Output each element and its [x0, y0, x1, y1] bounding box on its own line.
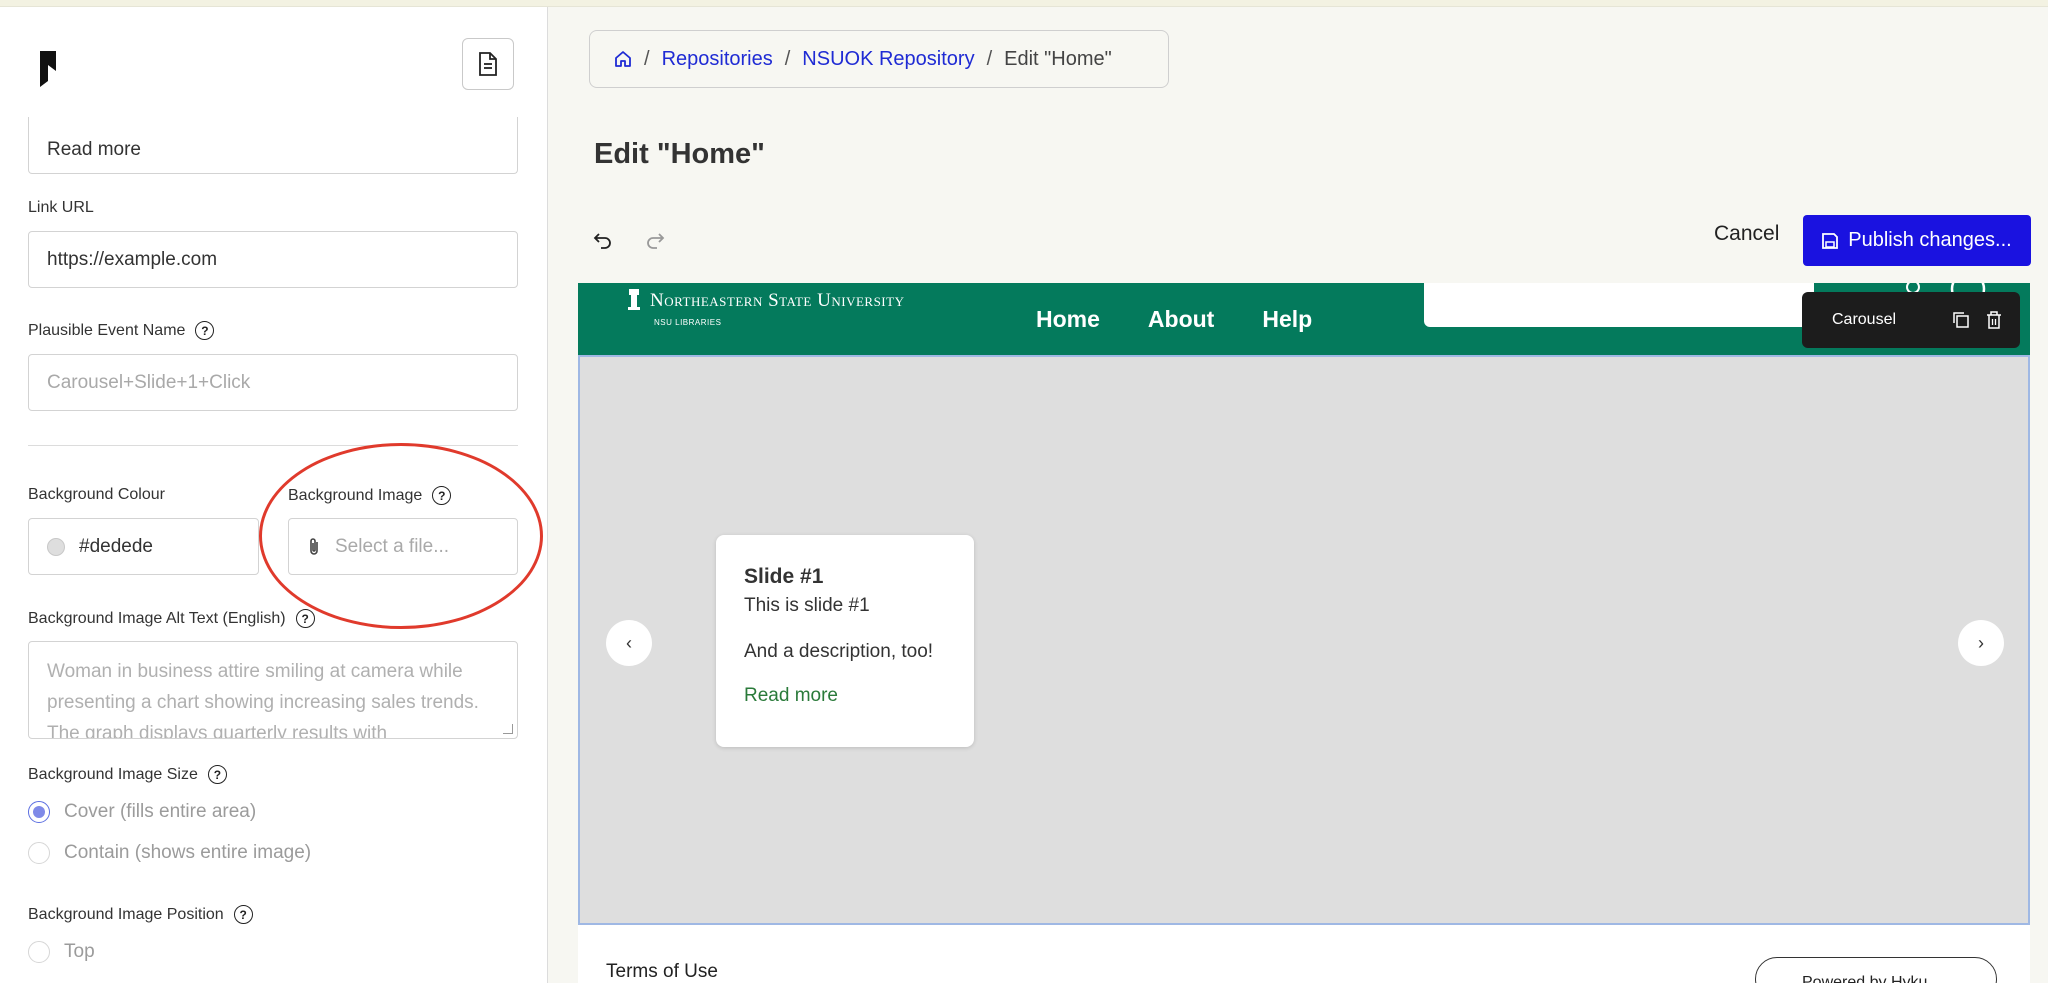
site-name: Northeastern State University [650, 290, 905, 311]
plausible-label-text: Plausible Event Name [28, 321, 186, 339]
page-preview: Northeastern State University NSU LIBRAR… [578, 283, 2030, 983]
lamp-icon [628, 289, 640, 310]
alt-text-placeholder: Woman in business attire smiling at came… [47, 661, 479, 739]
position-label: Background Image Position ? [28, 905, 253, 924]
help-icon[interactable]: ? [207, 765, 227, 784]
help-icon[interactable]: ? [295, 609, 315, 628]
breadcrumb-nsuok-repository[interactable]: NSUOK Repository [802, 48, 974, 71]
plausible-label: Plausible Event Name ? [28, 321, 215, 340]
colour-swatch[interactable] [47, 537, 65, 556]
radio-button[interactable] [28, 941, 50, 963]
save-icon [1822, 232, 1839, 249]
site-search-input[interactable] [1424, 283, 1814, 327]
publish-button[interactable]: Publish changes... [1803, 215, 2031, 266]
radio-cover-label: Cover (fills entire area) [64, 801, 257, 822]
help-icon[interactable]: ? [195, 321, 215, 340]
link-url-label-text: Link URL [28, 199, 94, 216]
breadcrumb-current: Edit "Home" [1004, 47, 1112, 70]
carousel-prev-button[interactable]: ‹ [606, 620, 652, 666]
slide-title: Slide #1 [744, 565, 824, 588]
resize-handle[interactable] [503, 724, 513, 734]
help-icon[interactable]: ? [233, 905, 253, 924]
home-icon[interactable] [614, 50, 632, 68]
section-divider [28, 445, 518, 446]
link-url-label: Link URL [28, 199, 94, 217]
slide-read-more-link[interactable]: Read more [744, 685, 946, 707]
carousel-block-toolbar: Carousel [1802, 292, 2020, 348]
page-title: Edit "Home" [594, 138, 765, 170]
slide-description: And a description, too! [744, 641, 934, 662]
link-text-input[interactable]: Read more [28, 117, 518, 174]
publish-label: Publish changes... [1848, 229, 2012, 251]
footer-pill-text: Powered by Hyku [1802, 974, 1928, 983]
carousel-next-button[interactable]: › [1958, 620, 2004, 666]
bg-colour-label: Background Colour [28, 486, 165, 504]
redo-icon[interactable] [642, 227, 668, 253]
slide-subtitle: This is slide #1 [744, 595, 870, 616]
nav-help[interactable]: Help [1262, 306, 1312, 333]
paperclip-icon [310, 537, 318, 555]
duplicate-icon[interactable] [1952, 311, 1970, 329]
size-label: Background Image Size ? [28, 765, 227, 784]
radio-top-label: Top [64, 941, 95, 962]
bg-colour-input[interactable]: #dedede [28, 518, 259, 575]
bg-image-label: Background Image ? [288, 486, 452, 505]
editor-sidebar: Read more Link URL https://example.com P… [0, 7, 548, 983]
app-logo [40, 51, 56, 87]
link-url-input[interactable]: https://example.com [28, 231, 518, 288]
bg-image-placeholder: Select a file... [335, 535, 450, 557]
radio-cover[interactable]: Cover (fills entire area) [28, 801, 256, 823]
alt-text-textarea[interactable]: Woman in business attire smiling at came… [28, 641, 518, 739]
radio-button[interactable] [28, 842, 50, 864]
radio-top[interactable]: Top [28, 941, 95, 963]
undo-icon[interactable] [590, 227, 616, 253]
breadcrumb-separator: / [644, 47, 650, 70]
link-text-value: Read more [47, 139, 141, 160]
nav-home[interactable]: Home [1036, 306, 1100, 333]
chevron-right-icon: › [1978, 632, 1984, 653]
breadcrumb-separator: / [784, 47, 791, 70]
radio-contain[interactable]: Contain (shows entire image) [28, 842, 311, 864]
chevron-left-icon: ‹ [626, 632, 632, 653]
plausible-event-input[interactable]: Carousel+Slide+1+Click [28, 354, 518, 411]
help-icon[interactable]: ? [432, 486, 452, 505]
plausible-placeholder: Carousel+Slide+1+Click [47, 371, 251, 393]
document-icon [479, 52, 497, 76]
radio-button[interactable] [28, 801, 50, 823]
bg-image-label-text: Background Image [288, 486, 423, 504]
breadcrumb: / Repositories / NSUOK Repository / Edit… [589, 30, 1169, 88]
nav-about[interactable]: About [1148, 306, 1214, 333]
radio-contain-label: Contain (shows entire image) [64, 842, 312, 863]
alt-text-label: Background Image Alt Text (English) ? [28, 609, 315, 628]
size-label-text: Background Image Size [28, 765, 198, 783]
carousel[interactable]: ‹ Slide #1 This is slide #1 And a descri… [578, 355, 2030, 925]
slide-card: Slide #1 This is slide #1 And a descript… [716, 535, 974, 747]
position-label-text: Background Image Position [28, 905, 224, 923]
bg-image-file-input[interactable]: Select a file... [288, 518, 518, 575]
document-button[interactable] [462, 38, 514, 90]
site-nav: Home About Help [1036, 299, 1312, 339]
top-strip [0, 0, 2048, 7]
bg-colour-label-text: Background Colour [28, 486, 165, 503]
breadcrumb-separator: / [986, 47, 993, 70]
trash-icon[interactable] [1986, 311, 2002, 329]
cancel-button[interactable]: Cancel [1714, 222, 1779, 246]
footer-terms-link[interactable]: Terms of Use [606, 961, 718, 983]
breadcrumb-repositories[interactable]: Repositories [662, 48, 773, 71]
site-subname: NSU LIBRARIES [654, 318, 722, 327]
footer-powered-by[interactable]: Powered by Hyku [1755, 957, 1997, 983]
alt-text-label-text: Background Image Alt Text (English) [28, 609, 286, 627]
bg-colour-value: #dedede [79, 535, 153, 557]
link-url-value: https://example.com [47, 248, 218, 270]
carousel-toolbar-label: Carousel [1832, 311, 1897, 328]
